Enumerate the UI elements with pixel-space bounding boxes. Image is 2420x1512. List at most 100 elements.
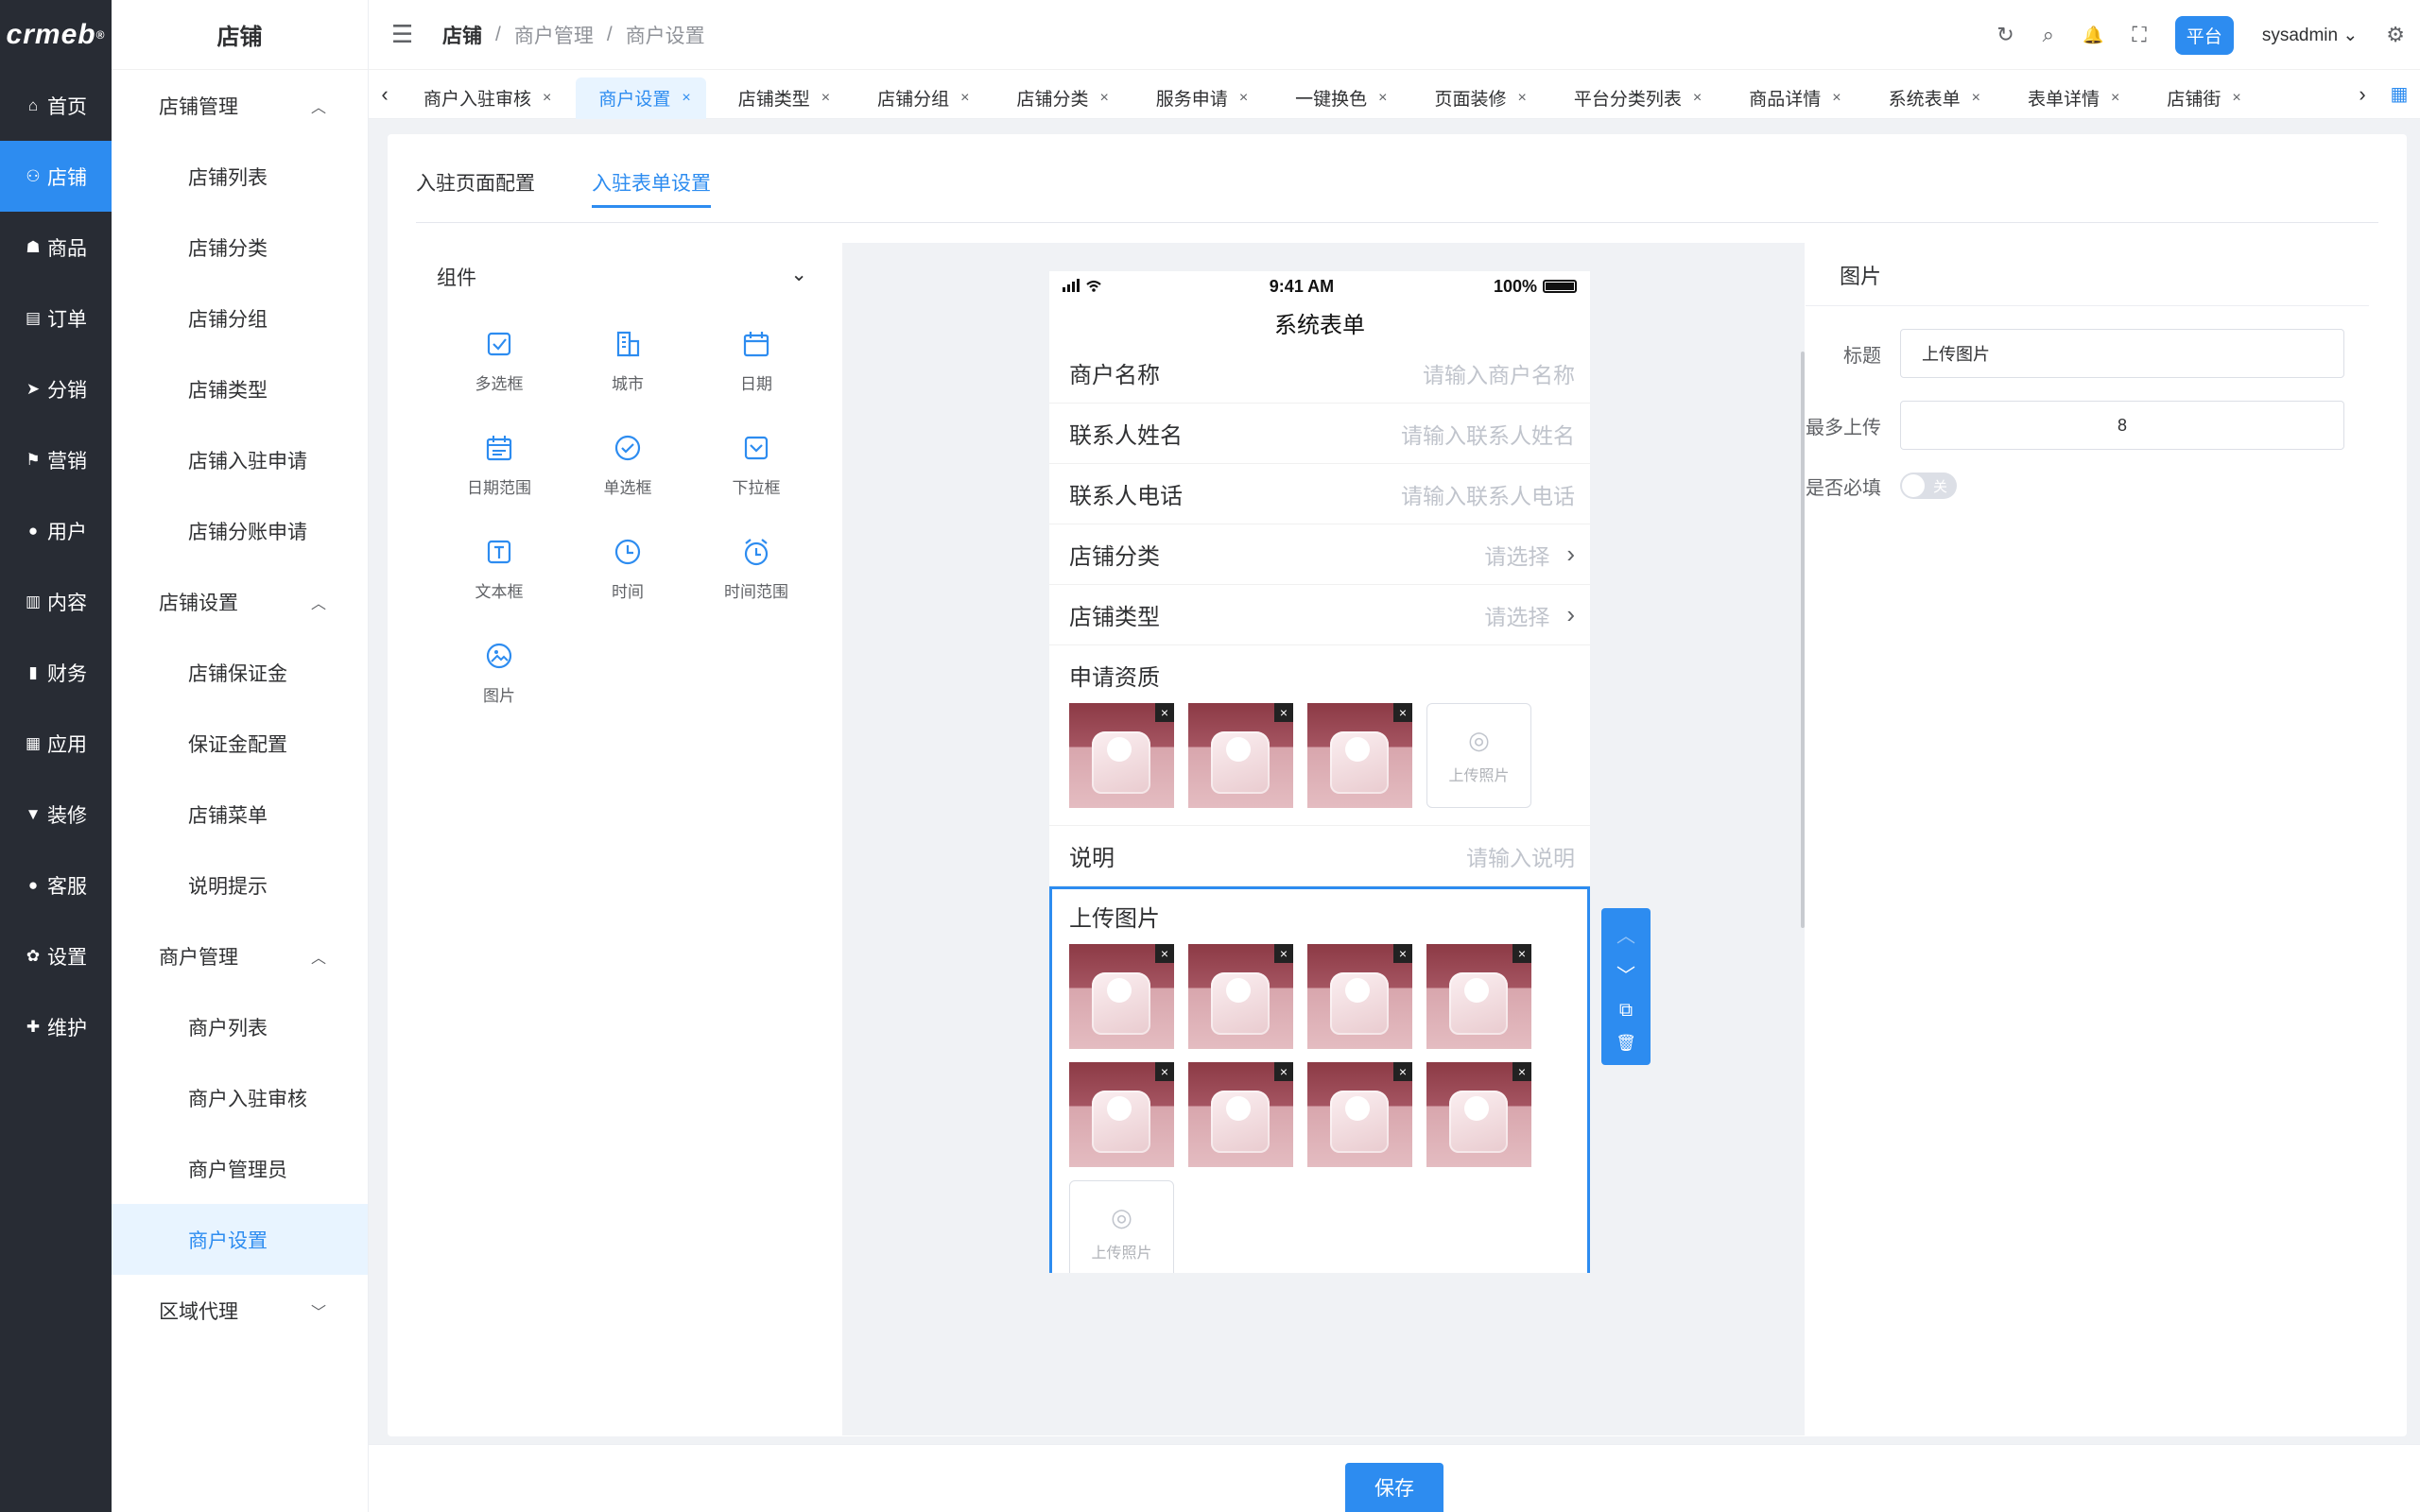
user-menu[interactable]: sysadmin ⌄ [2262,25,2358,46]
delete-image-icon[interactable]: × [1274,703,1293,722]
close-icon[interactable]: × [960,90,969,107]
rail-item[interactable]: ▼ 装修 [0,779,112,850]
component-item[interactable]: 文本框 [435,536,563,602]
copy-icon[interactable]: ⧉ [1619,1000,1633,1022]
sub-item[interactable]: 保证金配置 [112,708,368,779]
rail-item[interactable]: ● 客服 [0,850,112,920]
trash-icon[interactable]: 🗑 [1616,1034,1636,1053]
delete-image-icon[interactable]: × [1393,1062,1412,1081]
rail-item[interactable]: ⚇ 店铺 [0,141,112,212]
save-button[interactable]: 保存 [1345,1463,1443,1512]
page-tab[interactable]: 店铺类型 × [716,77,845,119]
rail-item[interactable]: ✿ 设置 [0,920,112,991]
fullscreen-icon[interactable]: ⛶ [2132,23,2146,47]
delete-image-icon[interactable]: × [1274,944,1293,963]
rail-item[interactable]: ● 用户 [0,495,112,566]
delete-image-icon[interactable]: × [1393,944,1412,963]
component-item[interactable]: 多选框 [435,328,563,394]
page-tab[interactable]: 表单详情 × [2005,77,2135,119]
component-item[interactable]: 日期 [692,328,821,394]
sub-item[interactable]: 商户管理员 [112,1133,368,1204]
rail-item[interactable]: ☗ 商品 [0,212,112,283]
component-item[interactable]: 下拉框 [692,432,821,498]
canvas-scrollbar[interactable] [1801,352,1805,928]
sub-group-merchant-manage[interactable]: 商户管理 ︿ [112,920,368,991]
upload-photo-button[interactable]: ◎ 上传照片 [1426,703,1531,808]
close-icon[interactable]: × [2111,90,2119,107]
page-tab[interactable]: 系统表单 × [1866,77,1996,119]
breadcrumb-item[interactable]: 商户管理 [514,21,594,49]
select-field[interactable]: 店铺分类 请选择 › [1049,524,1590,585]
sub-item[interactable]: 商户列表 [112,991,368,1062]
refresh-icon[interactable]: ↻ [1996,23,2014,47]
component-item[interactable]: 图片 [435,640,563,706]
component-item[interactable]: 时间范围 [692,536,821,602]
page-tab[interactable]: 商户入驻审核 × [401,77,566,119]
delete-image-icon[interactable]: × [1274,1062,1293,1081]
sub-group-store-settings[interactable]: 店铺设置 ︿ [112,566,368,637]
component-item[interactable]: 日期范围 [435,432,563,498]
components-header[interactable]: 组件 ⌄ [437,263,807,291]
delete-image-icon[interactable]: × [1512,944,1531,963]
sub-group-store-manage[interactable]: 店铺管理 ︿ [112,70,368,141]
component-item[interactable]: 城市 [563,328,692,394]
page-tab[interactable]: 店铺街 × [2144,77,2256,119]
close-icon[interactable]: × [2232,90,2240,107]
title-input[interactable]: 上传图片 [1900,329,2344,378]
sub-item[interactable]: 店铺保证金 [112,637,368,708]
sub-item[interactable]: 店铺类型 [112,353,368,424]
form-field[interactable]: 商户名称 请输入商户名称 [1049,343,1590,404]
description-field[interactable]: 说明 请输入说明 [1049,826,1590,886]
required-switch[interactable]: 关 [1900,472,1957,499]
tabs-scroll-left-icon[interactable]: ‹ [369,82,401,107]
breadcrumb-item[interactable]: 店铺 [442,21,482,49]
logo[interactable]: crmeb ® [0,0,112,70]
component-item[interactable]: 单选框 [563,432,692,498]
close-icon[interactable]: × [1972,90,1980,107]
component-item[interactable]: 时间 [563,536,692,602]
close-icon[interactable]: × [1518,90,1527,107]
sub-group-region-agent[interactable]: 区域代理 ﹀ [112,1275,368,1346]
close-icon[interactable]: × [1832,90,1841,107]
page-tab[interactable]: 商品详情 × [1726,77,1856,119]
rail-item[interactable]: ▦ 应用 [0,708,112,779]
sub-item[interactable]: 商户设置 [112,1204,368,1275]
bell-icon[interactable]: 🔔 [2083,26,2103,45]
page-tab[interactable]: 服务申请 × [1133,77,1263,119]
rail-item[interactable]: ▮ 财务 [0,637,112,708]
rail-item[interactable]: ✚ 维护 [0,991,112,1062]
tabs-scroll-right-icon[interactable]: › [2346,82,2378,107]
close-icon[interactable]: × [1239,90,1248,107]
sub-item[interactable]: 店铺菜单 [112,779,368,850]
page-tab[interactable]: 店铺分组 × [855,77,984,119]
delete-image-icon[interactable]: × [1155,1062,1174,1081]
delete-image-icon[interactable]: × [1155,703,1174,722]
close-icon[interactable]: × [821,90,830,107]
rail-item[interactable]: ➤ 分销 [0,353,112,424]
move-up-icon[interactable]: ︿ [1616,920,1635,948]
sub-item[interactable]: 店铺分组 [112,283,368,353]
search-icon[interactable]: ⌕ [2043,23,2054,47]
rail-item[interactable]: ▤ 订单 [0,283,112,353]
delete-image-icon[interactable]: × [1512,1062,1531,1081]
page-tab[interactable]: 一键换色 × [1272,77,1402,119]
close-icon[interactable]: × [1099,90,1108,107]
tab-entry-form-settings[interactable]: 入驻表单设置 [592,168,711,208]
form-field[interactable]: 联系人姓名 请输入联系人姓名 [1049,404,1590,464]
tab-entry-page-config[interactable]: 入驻页面配置 [416,168,535,208]
move-down-icon[interactable]: ﹀ [1616,960,1635,988]
delete-image-icon[interactable]: × [1393,703,1412,722]
select-field[interactable]: 店铺类型 请选择 › [1049,585,1590,645]
rail-item[interactable]: ⚑ 营销 [0,424,112,495]
upload-photo-button[interactable]: ◎ 上传照片 [1069,1180,1174,1273]
close-icon[interactable]: × [1693,90,1702,107]
max-upload-input[interactable]: 8 [1900,401,2344,450]
sub-item[interactable]: 商户入驻审核 [112,1062,368,1133]
close-icon[interactable]: × [682,90,690,107]
sub-item[interactable]: 店铺分类 [112,212,368,283]
sub-item[interactable]: 店铺分账申请 [112,495,368,566]
rail-item[interactable]: ▥ 内容 [0,566,112,637]
sub-item[interactable]: 店铺列表 [112,141,368,212]
page-tab[interactable]: 平台分类列表 × [1551,77,1717,119]
page-tab[interactable]: 商户设置 × [576,77,706,119]
